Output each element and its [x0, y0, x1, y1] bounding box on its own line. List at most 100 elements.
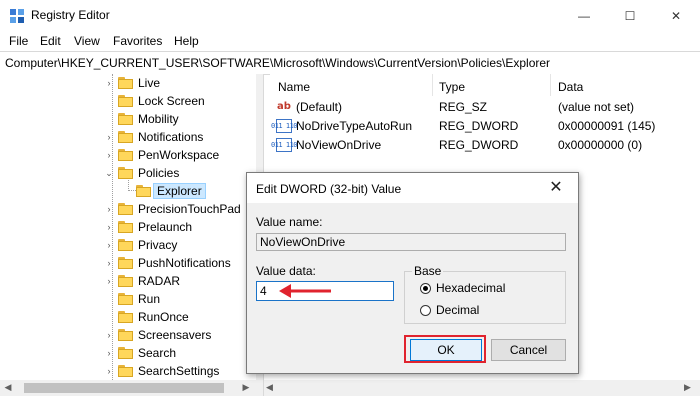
chevron-right-icon[interactable]: › — [104, 150, 114, 160]
chevron-down-icon[interactable]: ⌄ — [104, 168, 114, 179]
scrollbar-thumb[interactable] — [24, 383, 224, 393]
tree-item-live[interactable]: › Live — [104, 74, 161, 92]
tree-item-precisiontouchpad[interactable]: › PrecisionTouchPad — [104, 200, 241, 218]
chevron-right-icon[interactable]: › — [104, 366, 114, 376]
tree-item-mobility[interactable]: Mobility — [104, 110, 179, 128]
folder-icon — [118, 131, 133, 143]
menu-view[interactable]: View — [74, 34, 100, 48]
column-divider[interactable] — [550, 74, 551, 96]
tree-horizontal-scrollbar[interactable]: ◀ ▶ — [0, 380, 256, 396]
close-button[interactable]: ✕ — [653, 0, 699, 31]
ok-button[interactable]: OK — [410, 339, 482, 361]
tree-item-radar[interactable]: › RADAR — [104, 272, 181, 290]
value-name: NoViewOnDrive — [296, 137, 382, 152]
cancel-button[interactable]: Cancel — [491, 339, 566, 361]
value-name: NoDriveTypeAutoRun — [296, 118, 413, 133]
menu-help[interactable]: Help — [174, 34, 199, 48]
string-value-icon: ab — [277, 101, 291, 112]
chevron-right-icon[interactable]: › — [104, 132, 114, 142]
minimize-button[interactable]: — — [561, 0, 607, 31]
tree-item-label: Search — [138, 346, 177, 360]
dword-value-icon: 011 110 — [271, 118, 298, 133]
value-data: 0x00000000 (0) — [558, 137, 643, 152]
scroll-left-icon[interactable]: ◀ — [266, 382, 273, 393]
list-row[interactable]: 011 110 NoDriveTypeAutoRun REG_DWORD 0x0… — [270, 116, 700, 135]
hexadecimal-radio[interactable]: Hexadecimal — [420, 281, 505, 295]
tree-item-notifications[interactable]: › Notifications — [104, 128, 204, 146]
value-data: (value not set) — [558, 99, 635, 114]
tree-item-label: RADAR — [138, 274, 181, 288]
tree-item-pushnotifications[interactable]: › PushNotifications — [104, 254, 231, 272]
tree-item-penworkspace[interactable]: › PenWorkspace — [104, 146, 220, 164]
tree-item-label: Policies — [138, 166, 180, 180]
registry-editor-icon — [10, 9, 24, 23]
maximize-button[interactable]: ☐ — [607, 0, 653, 31]
address-path[interactable]: Computer\HKEY_CURRENT_USER\SOFTWARE\Micr… — [5, 56, 550, 70]
chevron-right-icon[interactable]: › — [104, 330, 114, 340]
tree-item-label: Privacy — [138, 238, 178, 252]
column-header-name[interactable]: Name — [278, 80, 310, 94]
address-bar[interactable]: Computer\HKEY_CURRENT_USER\SOFTWARE\Micr… — [0, 51, 700, 75]
dialog-close-button[interactable]: ✕ — [544, 178, 568, 198]
tree-item-explorer[interactable]: Explorer — [122, 182, 206, 200]
base-group-label: Base — [412, 264, 444, 278]
tree-item-lock-screen[interactable]: Lock Screen — [104, 92, 205, 110]
folder-icon — [118, 347, 133, 359]
tree-item-searchsettings[interactable]: › SearchSettings — [104, 362, 220, 380]
tree-item-label: Lock Screen — [138, 94, 205, 108]
column-header-type[interactable]: Type — [439, 80, 465, 94]
tree-item-prelaunch[interactable]: › Prelaunch — [104, 218, 193, 236]
list-horizontal-scrollbar[interactable]: ◀ ▶ — [264, 380, 700, 396]
dword-value-icon: 011 110 — [271, 137, 298, 152]
folder-icon — [118, 365, 133, 377]
folder-icon — [118, 77, 133, 89]
menu-edit[interactable]: Edit — [40, 34, 61, 48]
menu-file[interactable]: File — [9, 34, 28, 48]
registry-tree[interactable]: › Live Lock Screen Mobility › Notificati… — [0, 74, 256, 380]
chevron-right-icon[interactable]: › — [104, 222, 114, 232]
folder-icon — [118, 293, 133, 305]
radio-unchecked-icon[interactable] — [420, 304, 431, 316]
list-row[interactable]: ab (Default) REG_SZ (value not set) — [270, 97, 700, 116]
folder-icon — [118, 167, 133, 179]
tree-item-label: SearchSettings — [138, 364, 220, 378]
folder-icon — [118, 257, 133, 269]
value-data: 0x00000091 (145) — [558, 118, 656, 133]
value-type: REG_DWORD — [439, 137, 519, 152]
radio-label: Decimal — [436, 303, 480, 317]
folder-icon — [118, 95, 133, 107]
value-type: REG_DWORD — [439, 118, 519, 133]
folder-icon — [118, 149, 133, 161]
value-name-field: NoViewOnDrive — [256, 233, 566, 251]
tree-item-runonce[interactable]: RunOnce — [104, 308, 189, 326]
tree-item-label: Screensavers — [138, 328, 212, 342]
value-type: REG_SZ — [439, 99, 488, 114]
value-data-label: Value data: — [256, 264, 316, 278]
scroll-right-icon[interactable]: ▶ — [684, 382, 691, 393]
tree-item-run[interactable]: Run — [104, 290, 160, 308]
scroll-left-icon[interactable]: ◀ — [2, 382, 14, 394]
radio-checked-icon[interactable] — [420, 282, 431, 294]
tree-item-screensavers[interactable]: › Screensavers — [104, 326, 212, 344]
list-row[interactable]: 011 110 NoViewOnDrive REG_DWORD 0x000000… — [270, 135, 700, 154]
value-name-label: Value name: — [256, 215, 323, 229]
chevron-right-icon[interactable]: › — [104, 78, 114, 88]
decimal-radio[interactable]: Decimal — [420, 303, 479, 317]
scroll-right-icon[interactable]: ▶ — [240, 382, 252, 394]
folder-icon — [118, 275, 133, 287]
chevron-right-icon[interactable]: › — [104, 276, 114, 286]
tree-item-search[interactable]: › Search — [104, 344, 177, 362]
tree-item-policies[interactable]: ⌄ Policies — [104, 164, 179, 182]
tree-item-label: Notifications — [138, 130, 204, 144]
column-header-data[interactable]: Data — [558, 80, 583, 94]
chevron-right-icon[interactable]: › — [104, 204, 114, 214]
chevron-right-icon[interactable]: › — [104, 258, 114, 268]
tree-item-label: RunOnce — [138, 310, 189, 324]
tree-item-label: PushNotifications — [138, 256, 231, 270]
menu-favorites[interactable]: Favorites — [113, 34, 162, 48]
title-bar: Registry Editor — ☐ ✕ — [0, 0, 700, 31]
chevron-right-icon[interactable]: › — [104, 240, 114, 250]
column-divider[interactable] — [432, 74, 433, 96]
tree-item-privacy[interactable]: › Privacy — [104, 236, 178, 254]
chevron-right-icon[interactable]: › — [104, 348, 114, 358]
